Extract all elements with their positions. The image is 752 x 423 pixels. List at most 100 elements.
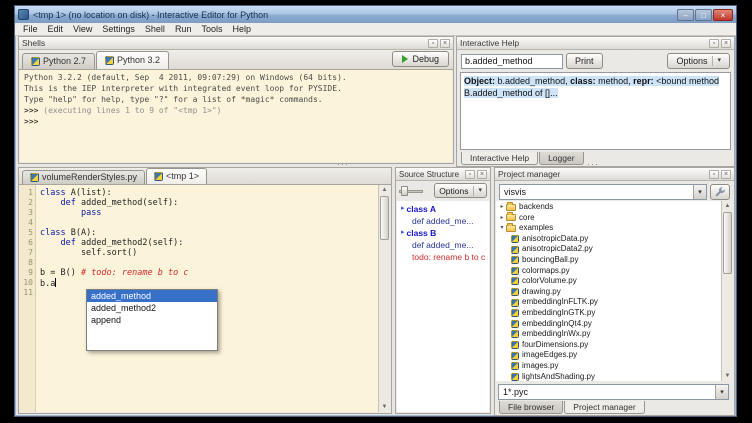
minimize-icon[interactable]: –	[677, 9, 694, 21]
shells-panel: Shells ▫ × Python 2.7 Python 3.2 Debug P…	[18, 36, 454, 164]
float-panel-icon[interactable]: ▫	[709, 39, 719, 48]
interactive-help-title: Interactive Help	[460, 38, 519, 48]
structure-depth-slider[interactable]	[399, 185, 423, 197]
text-token: imageEdges.py	[522, 350, 577, 361]
tab-file-browser[interactable]: File browser	[499, 401, 563, 414]
file-item[interactable]: colorVolume.py	[496, 276, 721, 287]
tab-interactive-help[interactable]: Interactive Help	[461, 152, 538, 165]
app-icon	[18, 9, 29, 20]
tab-logger[interactable]: Logger	[539, 152, 583, 165]
file-item[interactable]: bouncingBall.py	[496, 255, 721, 266]
close-icon[interactable]: ×	[713, 9, 733, 21]
folder-item[interactable]: ▸core	[496, 213, 721, 224]
scroll-up-icon[interactable]: ▲	[722, 201, 733, 211]
autocomplete-item[interactable]: added_method2	[87, 302, 217, 314]
debug-button[interactable]: Debug	[392, 51, 449, 67]
file-filter-select[interactable]: 1*.pyc ▾	[498, 384, 729, 400]
tab-python-2-7[interactable]: Python 2.7	[22, 53, 95, 69]
project-tree-scrollbar[interactable]: ▲ ▼	[721, 201, 733, 381]
structure-item[interactable]: def added_me...	[397, 215, 489, 227]
autocomplete-popup: added_methodadded_method2append	[86, 289, 218, 351]
file-item[interactable]: anisotropicData2.py	[496, 244, 721, 255]
close-panel-icon[interactable]: ×	[721, 170, 731, 179]
menu-run[interactable]: Run	[170, 23, 197, 36]
file-item[interactable]: drawing.py	[496, 287, 721, 298]
editor-scrollbar[interactable]: ▲ ▼	[378, 185, 390, 412]
folder-item[interactable]: ▾examples	[496, 223, 721, 234]
python-icon	[105, 56, 114, 65]
project-manager-title: Project manager	[498, 169, 560, 179]
python-file-icon	[511, 352, 519, 360]
debug-run-icon	[402, 55, 408, 63]
file-item[interactable]: embeddingInGTK.py	[496, 308, 721, 319]
title-bar[interactable]: <tmp 1> (no location on disk) - Interact…	[15, 6, 736, 23]
float-panel-icon[interactable]: ▫	[428, 39, 438, 48]
help-query-input[interactable]	[461, 54, 563, 69]
text-token: colorVolume.py	[522, 276, 577, 287]
python-file-icon	[511, 256, 519, 264]
text-token: lightsAndShading.py	[522, 372, 595, 382]
menu-settings[interactable]: Settings	[97, 23, 140, 36]
file-item[interactable]: fourDimensions.py	[496, 340, 721, 351]
menu-file[interactable]: File	[18, 23, 43, 36]
structure-item[interactable]: ▸class A	[397, 203, 489, 215]
wrench-icon	[714, 186, 726, 198]
menu-edit[interactable]: Edit	[43, 23, 69, 36]
line-number: 10	[20, 278, 33, 288]
file-item[interactable]: imageEdges.py	[496, 350, 721, 361]
scroll-up-icon[interactable]: ▲	[379, 185, 390, 195]
structure-options-button[interactable]: Options ▾	[434, 183, 487, 198]
float-panel-icon[interactable]: ▫	[709, 170, 719, 179]
tab-python-3-2[interactable]: Python 3.2	[96, 51, 169, 69]
tab-volumerenderstyles[interactable]: volumeRenderStyles.py	[22, 170, 145, 184]
scrollbar-thumb[interactable]	[380, 196, 389, 240]
splitter-handle[interactable]: ···	[337, 161, 349, 167]
tab-tmp1[interactable]: <tmp 1>	[146, 168, 207, 184]
project-config-button[interactable]	[710, 184, 730, 200]
scroll-down-icon[interactable]: ▼	[722, 371, 733, 381]
file-item[interactable]: embeddingInWx.py	[496, 329, 721, 340]
file-item[interactable]: colormaps.py	[496, 266, 721, 277]
autocomplete-item[interactable]: added_method	[87, 290, 217, 302]
text-token: examples	[519, 223, 553, 234]
python-file-icon	[511, 235, 519, 243]
file-item[interactable]: lightsAndShading.py	[496, 372, 721, 382]
text-token: def	[60, 198, 75, 208]
text-token: drawing.py	[522, 287, 561, 298]
close-panel-icon[interactable]: ×	[477, 170, 487, 179]
autocomplete-item[interactable]: append	[87, 314, 217, 326]
scrollbar-thumb[interactable]	[723, 212, 732, 274]
structure-item[interactable]: def added_me...	[397, 239, 489, 251]
menu-tools[interactable]: Tools	[196, 23, 227, 36]
text-token: B(A):	[66, 228, 97, 238]
maximize-icon[interactable]: □	[695, 9, 712, 21]
float-panel-icon[interactable]: ▫	[465, 170, 475, 179]
project-select[interactable]: visvis ▾	[499, 184, 707, 200]
file-item[interactable]: embeddingInFLTK.py	[496, 297, 721, 308]
help-body[interactable]: Object: b.added_method, class: method, r…	[460, 72, 731, 150]
menu-shell[interactable]: Shell	[140, 23, 170, 36]
splitter-handle[interactable]: ···	[587, 161, 599, 167]
options-label: Options	[439, 186, 468, 196]
text-token: This is the IEP interpreter with integra…	[24, 84, 342, 93]
file-item[interactable]: embeddingInQt4.py	[496, 319, 721, 330]
menu-view[interactable]: View	[68, 23, 97, 36]
file-item[interactable]: anisotropicData.py	[496, 234, 721, 245]
close-panel-icon[interactable]: ×	[721, 39, 731, 48]
help-options-button[interactable]: Options ▾	[667, 53, 730, 69]
print-button[interactable]: Print	[566, 53, 603, 69]
structure-item[interactable]: ▸class B	[397, 227, 489, 239]
file-item[interactable]: images.py	[496, 361, 721, 372]
slider-thumb[interactable]	[401, 186, 408, 196]
python-file-icon	[511, 320, 519, 328]
python-file-icon	[511, 309, 519, 317]
project-bottom-tabs: File browser Project manager	[499, 401, 645, 414]
folder-item[interactable]: ▸backends	[496, 202, 721, 213]
menu-help[interactable]: Help	[227, 23, 256, 36]
structure-item[interactable]: todo: rename b to c	[397, 251, 489, 263]
close-panel-icon[interactable]: ×	[440, 39, 450, 48]
scroll-down-icon[interactable]: ▼	[379, 402, 390, 412]
text-token: embeddingInWx.py	[522, 329, 590, 340]
tab-project-manager[interactable]: Project manager	[564, 401, 644, 414]
shell-output[interactable]: Python 3.2.2 (default, Sep 4 2011, 09:07…	[20, 70, 452, 162]
